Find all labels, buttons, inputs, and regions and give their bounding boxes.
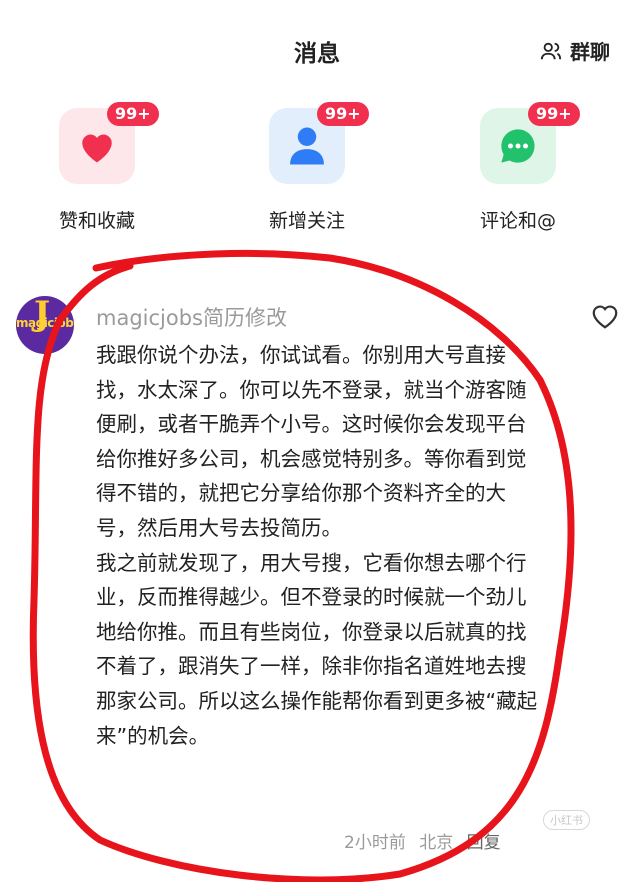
followers-label: 新增关注 (268, 210, 345, 232)
people-icon (540, 42, 562, 59)
notification-entries: 99+ 赞和收藏 99+ 新增关注 99+ 评论和@ (0, 102, 634, 238)
comments-tile[interactable]: 99+ (480, 102, 580, 184)
like-heart-icon[interactable] (590, 302, 620, 330)
page-title: 消息 (294, 41, 340, 67)
comment-body: 我跟你说个办法，你试试看。你别用大号直接找，水太深了。你可以先不登录，就当个游客… (96, 343, 538, 748)
reply-button[interactable]: 回复 (467, 833, 501, 853)
comments-and-mentions-entry[interactable]: 99+ 评论和@ (438, 102, 598, 233)
heart-icon (82, 134, 112, 163)
chat-bubble-icon (501, 129, 535, 163)
avatar[interactable]: J magicjobs (16, 296, 74, 354)
followers-tile[interactable]: 99+ (269, 102, 369, 184)
comments-badge: 99+ (528, 102, 580, 126)
person-icon (290, 127, 324, 165)
avatar-text: magicjobs (16, 316, 74, 330)
comment-username[interactable]: magicjobs简历修改 (96, 302, 287, 332)
comment-meta: 2小时前 北京 回复 (344, 828, 509, 853)
likes-and-collections-entry[interactable]: 99+ 赞和收藏 (17, 102, 177, 233)
header: 消息 群聊 (0, 0, 634, 100)
group-chat-label: 群聊 (570, 40, 610, 64)
likes-badge: 99+ (107, 102, 159, 126)
comment-time: 2小时前 (344, 833, 406, 853)
comment-location: 北京 (419, 833, 454, 853)
watermark: 小红书 (543, 810, 590, 830)
likes-tile[interactable]: 99+ (59, 102, 159, 184)
likes-label: 赞和收藏 (58, 210, 135, 232)
new-followers-entry[interactable]: 99+ 新增关注 (227, 102, 387, 233)
comments-label: 评论和@ (479, 210, 556, 232)
group-chat-button[interactable]: 群聊 (540, 36, 610, 65)
followers-badge: 99+ (317, 102, 369, 126)
